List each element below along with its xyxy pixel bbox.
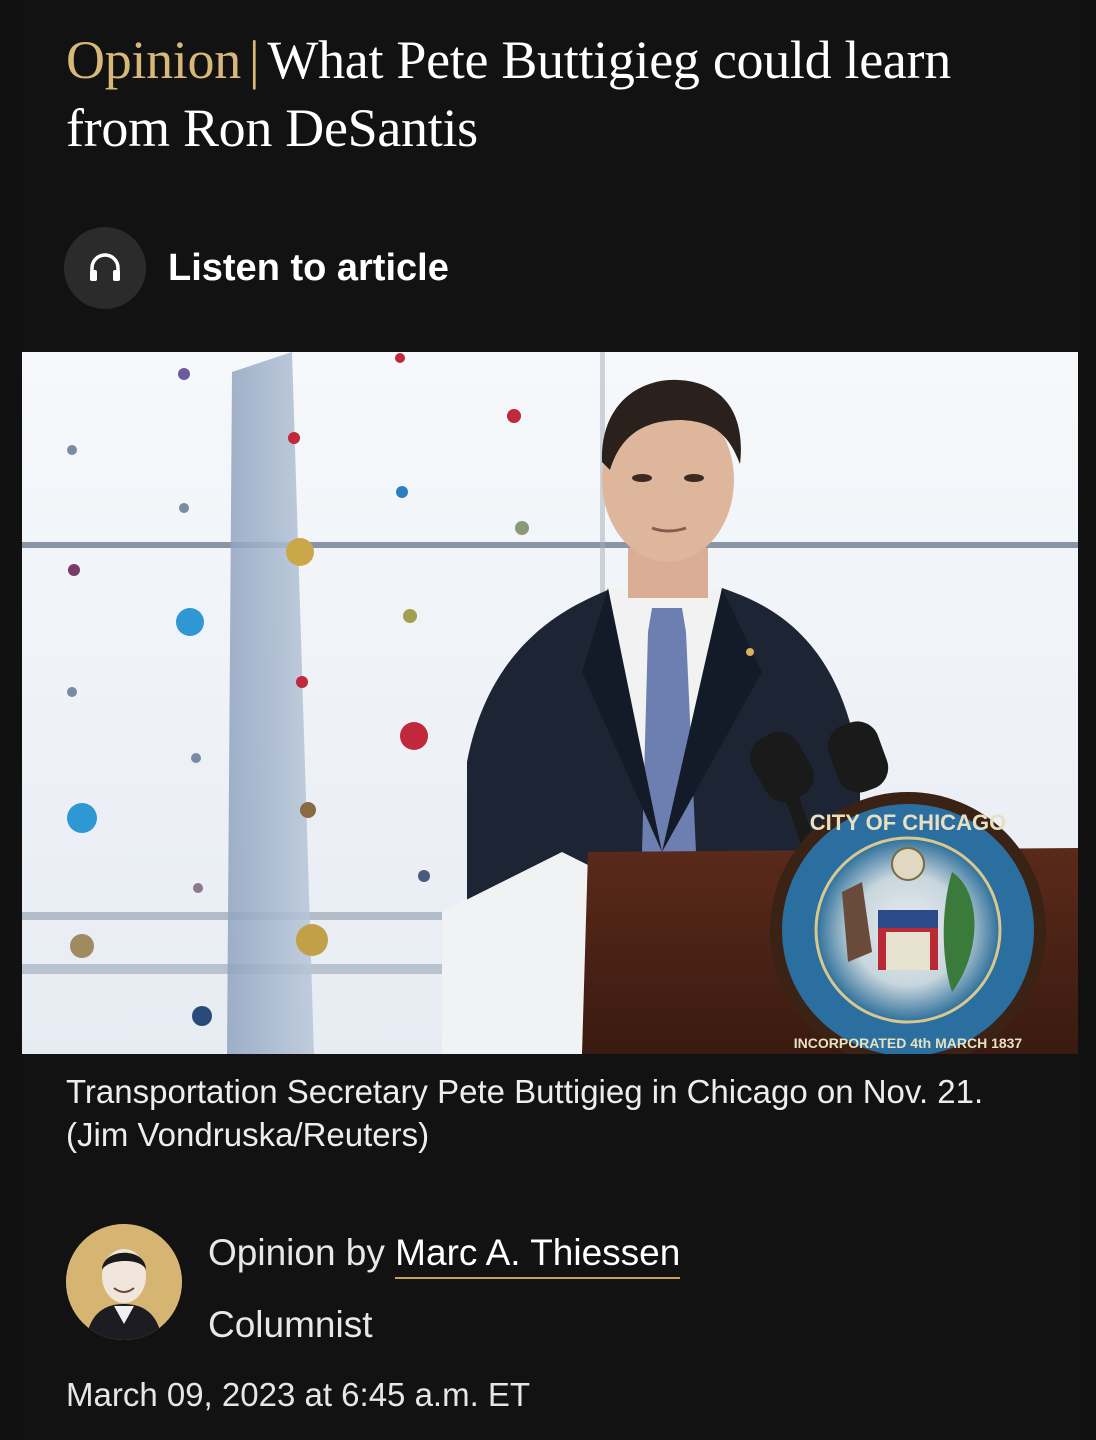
author-role: Columnist [208, 1304, 373, 1345]
kicker-separator: | [248, 30, 260, 90]
headphones-icon [64, 227, 146, 309]
listen-to-article-button[interactable]: Listen to article [64, 227, 449, 309]
city-seal-emblem: CITY OF CHICAGO INCORPORATED 4th MARCH 1… [770, 792, 1046, 1054]
author-name-link[interactable]: Marc A. Thiessen [395, 1232, 681, 1279]
publish-date: March 09, 2023 at 6:45 a.m. ET [66, 1376, 531, 1413]
byline-text: Opinion by Marc A. Thiessen [208, 1232, 681, 1279]
photo-caption: Transportation Secretary Pete Buttigieg … [66, 1073, 984, 1153]
article-headline: Opinion | What Pete Buttigieg could learn … [66, 26, 1026, 162]
seal-text-top: CITY OF CHICAGO [810, 810, 1006, 835]
listen-label: Listen to article [168, 246, 449, 289]
article-photo[interactable]: CITY OF CHICAGO INCORPORATED 4th MARCH 1… [22, 352, 1078, 1054]
author-avatar[interactable] [66, 1224, 182, 1340]
byline-prefix: Opinion by [208, 1232, 385, 1273]
opinion-kicker[interactable]: Opinion [66, 30, 241, 90]
byline: Opinion by Marc A. Thiessen Columnist [66, 1224, 966, 1345]
seal-text-bottom: INCORPORATED 4th MARCH 1837 [794, 1035, 1023, 1051]
